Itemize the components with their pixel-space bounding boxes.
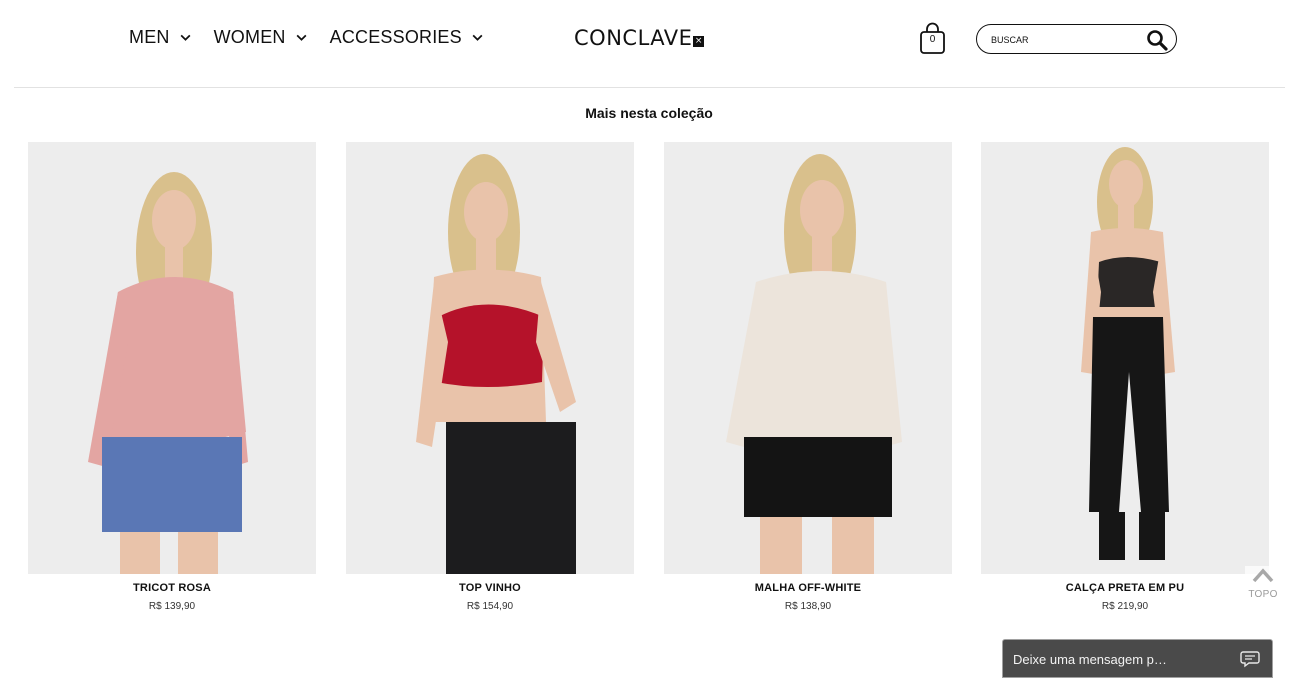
section-title: Mais nesta coleção [585,105,713,121]
nav-women[interactable]: WOMEN [214,27,308,48]
product-photo[interactable] [981,142,1269,574]
model-illustration [726,154,902,574]
header-divider [14,87,1285,88]
nav-women-label: WOMEN [213,27,286,47]
nav-accessories-label: ACCESSORIES [329,27,462,47]
product-photo[interactable] [346,142,634,574]
product-card[interactable]: CALÇA PRETA EM PU R$ 219,90 [981,142,1269,612]
product-photo[interactable] [28,142,316,574]
product-card[interactable]: TRICOT ROSA R$ 139,90 [28,142,316,612]
chevron-down-icon [180,34,191,41]
logo-text: CONCLAVE [574,26,693,50]
nav-men[interactable]: MEN [129,27,192,48]
chat-widget[interactable]: Deixe uma mensagem p… [1002,639,1273,678]
search-box [976,24,1177,54]
chevron-down-icon [296,34,307,41]
chevron-up-icon [1252,568,1274,583]
search-icon[interactable] [1146,29,1168,51]
product-name[interactable]: CALÇA PRETA EM PU [981,582,1269,594]
product-price: R$ 138,90 [784,601,832,612]
scroll-top-button[interactable]: TOPO [1245,566,1281,606]
cart-count: 0 [929,34,936,45]
model-illustration [1081,147,1175,560]
main-nav: MEN WOMEN ACCESSORIES [129,27,506,48]
product-price: R$ 139,90 [148,601,196,612]
product-price: R$ 154,90 [466,601,514,612]
product-photo[interactable] [664,142,952,574]
site-logo[interactable]: CONCLAVE × [574,26,705,50]
chevron-down-icon [472,34,483,41]
product-name[interactable]: MALHA OFF-WHITE [664,582,952,594]
product-card[interactable]: MALHA OFF-WHITE R$ 138,90 [664,142,952,612]
product-card[interactable]: TOP VINHO R$ 154,90 [346,142,634,612]
product-name[interactable]: TOP VINHO [346,582,634,594]
model-illustration [88,172,248,574]
model-illustration [416,154,576,574]
product-price: R$ 219,90 [1101,601,1149,612]
site-header: MEN WOMEN ACCESSORIES CONCLAVE × 0 [0,0,1298,88]
logo-mark: × [693,35,705,47]
shopping-bag-button[interactable]: 0 [919,22,946,55]
product-name[interactable]: TRICOT ROSA [28,582,316,594]
scroll-top-label: TOPO [1248,589,1278,600]
search-input[interactable] [991,31,1141,49]
nav-men-label: MEN [129,27,170,47]
chat-bubble-icon [1240,651,1260,668]
nav-accessories[interactable]: ACCESSORIES [330,27,484,48]
chat-placeholder: Deixe uma mensagem p… [1013,652,1167,667]
